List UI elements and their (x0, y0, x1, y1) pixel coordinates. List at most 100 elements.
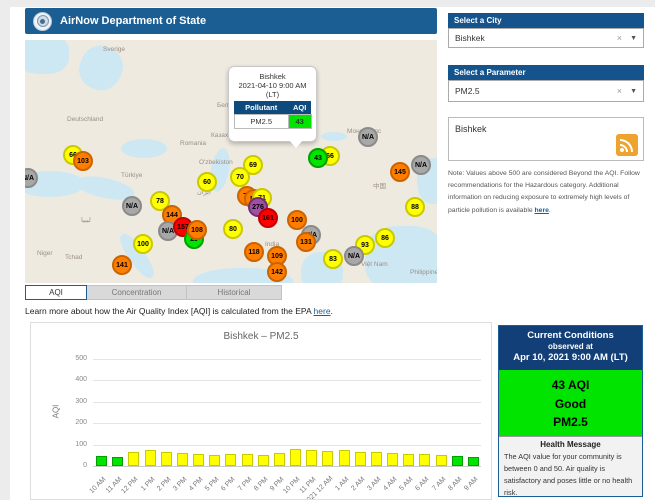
aqi-bar[interactable] (128, 452, 139, 466)
aqi-bar[interactable] (96, 456, 107, 466)
map-place-label: Việt Nam (361, 261, 388, 268)
aqi-map-marker[interactable]: 86 (375, 228, 395, 248)
y-axis-tick: 0 (63, 462, 87, 469)
aqi-bar[interactable] (452, 456, 463, 466)
aqi-map-marker[interactable]: N/A (122, 196, 142, 216)
page-left-margin (0, 0, 10, 500)
map-place-label: O'zbekiston (199, 159, 233, 166)
aqi-bar[interactable] (177, 453, 188, 466)
aqi-map-marker[interactable]: 80 (223, 219, 243, 239)
aqi-bar[interactable] (290, 449, 301, 466)
city-select-value: Bishkek (455, 33, 617, 43)
current-aqi-pollutant: PM2.5 (499, 413, 642, 432)
aqi-map-marker[interactable]: 88 (405, 197, 425, 217)
aqi-map-marker[interactable]: 100 (133, 234, 153, 254)
aqi-bar[interactable] (161, 452, 172, 466)
popup-datetime: 2021-04-10 9:00 AM (229, 81, 316, 90)
aqi-map-marker[interactable]: N/A (358, 127, 378, 147)
y-axis-tick: 400 (63, 376, 87, 383)
aqi-bar[interactable] (193, 454, 204, 466)
epa-here-link[interactable]: here (314, 306, 331, 316)
aqi-map-marker[interactable]: 108 (187, 220, 207, 240)
aqi-map-marker[interactable]: 83 (323, 249, 343, 269)
beyond-aqi-note: Note: Values above 500 are considered Be… (448, 168, 648, 217)
aqi-bar[interactable] (371, 452, 382, 466)
aqi-world-map[interactable]: SverigeDeutschlandБеларусьУкраїнаRomania… (25, 40, 437, 283)
learn-more-text: Learn more about how the Air Quality Ind… (25, 306, 333, 316)
rss-icon[interactable] (616, 134, 638, 156)
aqi-map-marker[interactable]: 161 (258, 208, 278, 228)
aqi-map-marker[interactable]: 141 (112, 255, 132, 275)
aqi-map-marker[interactable]: 70 (230, 167, 250, 187)
y-axis-label: AQI (51, 405, 60, 419)
note-here-link[interactable]: here (535, 207, 549, 214)
health-message-body: The AQI value for your community is betw… (504, 451, 637, 499)
map-place-label: Niger (37, 250, 53, 257)
aqi-bar[interactable] (145, 450, 156, 466)
aqi-bar[interactable] (419, 454, 430, 466)
aqi-map-marker[interactable]: 103 (73, 151, 93, 171)
water-north-sea (25, 40, 69, 74)
select-parameter-label: Select a Parameter (448, 65, 644, 80)
map-place-label: Philippine (410, 269, 437, 276)
aqi-bar[interactable] (242, 454, 253, 466)
map-popup: Bishkek 2021-04-10 9:00 AM (LT) Pollutan… (228, 66, 317, 142)
popup-col-pollutant: Pollutant (234, 101, 288, 115)
tab-aqi[interactable]: AQI (25, 285, 87, 300)
chart-gridline (93, 423, 481, 424)
view-tabs: AQI Concentration Historical (25, 285, 282, 300)
aqi-map-marker[interactable]: N/A (344, 246, 364, 266)
aqi-bar[interactable] (322, 451, 333, 466)
tab-historical[interactable]: Historical (187, 285, 282, 300)
chart-gridline (93, 445, 481, 446)
parameter-caret-icon[interactable]: ▼ (630, 88, 637, 95)
aqi-bar[interactable] (306, 450, 317, 466)
aqi-map-marker[interactable]: 60 (197, 172, 217, 192)
map-place-label: Türkiye (121, 172, 142, 179)
aqi-bar[interactable] (209, 455, 220, 466)
aqi-bar[interactable] (403, 454, 414, 466)
health-message-title: Health Message (504, 440, 637, 449)
aqi-bar[interactable] (274, 453, 285, 466)
water-lake-balkhash (321, 132, 347, 141)
parameter-select[interactable]: PM2.5 × ▼ (448, 80, 644, 102)
aqi-bar[interactable] (387, 453, 398, 466)
aqi-bar[interactable] (355, 452, 366, 466)
aqi-map-marker[interactable]: N/A (411, 155, 431, 175)
city-select[interactable]: Bishkek × ▼ (448, 28, 644, 48)
popup-timezone: (LT) (229, 90, 316, 99)
aqi-bar[interactable] (468, 457, 479, 466)
aqi-bar[interactable] (258, 455, 269, 466)
city-clear-icon[interactable]: × (617, 33, 622, 43)
city-caret-icon[interactable]: ▼ (630, 35, 637, 42)
current-aqi-box: 43 AQI Good PM2.5 (499, 370, 642, 436)
aqi-map-marker[interactable]: 142 (267, 262, 287, 282)
department-of-state-seal-icon (33, 12, 52, 31)
map-place-label: Romania (180, 140, 206, 147)
map-place-label: Sverige (103, 46, 125, 53)
aqi-map-marker[interactable]: 118 (244, 242, 264, 262)
y-axis-tick: 100 (63, 441, 87, 448)
tab-concentration[interactable]: Concentration (87, 285, 187, 300)
map-place-label: Deutschland (67, 116, 103, 123)
aqi-bar[interactable] (112, 457, 123, 466)
current-conditions-subtitle: observed at (501, 342, 640, 351)
parameter-clear-icon[interactable]: × (617, 86, 622, 96)
popup-city: Bishkek (229, 72, 316, 81)
chart-title: Bishkek – PM2.5 (31, 331, 491, 342)
aqi-bar[interactable] (339, 450, 350, 466)
water-black-sea (121, 139, 167, 158)
aqi-bar[interactable] (436, 455, 447, 466)
popup-pointer (289, 140, 303, 148)
aqi-map-marker[interactable]: 131 (296, 232, 316, 252)
popup-table: Pollutant AQI PM2.5 43 (234, 101, 312, 129)
current-conditions-datetime: Apr 10, 2021 9:00 AM (LT) (501, 352, 640, 363)
aqi-bar[interactable] (225, 454, 236, 466)
current-conditions-header: Current Conditions observed at Apr 10, 2… (499, 326, 642, 370)
map-place-label: Tchad (65, 254, 82, 261)
aqi-map-marker[interactable]: 145 (390, 162, 410, 182)
chart-gridline (93, 359, 481, 360)
aqi-map-marker[interactable]: 43 (308, 148, 328, 168)
y-axis-tick: 500 (63, 355, 87, 362)
rss-city-text: Bishkek (455, 124, 487, 134)
